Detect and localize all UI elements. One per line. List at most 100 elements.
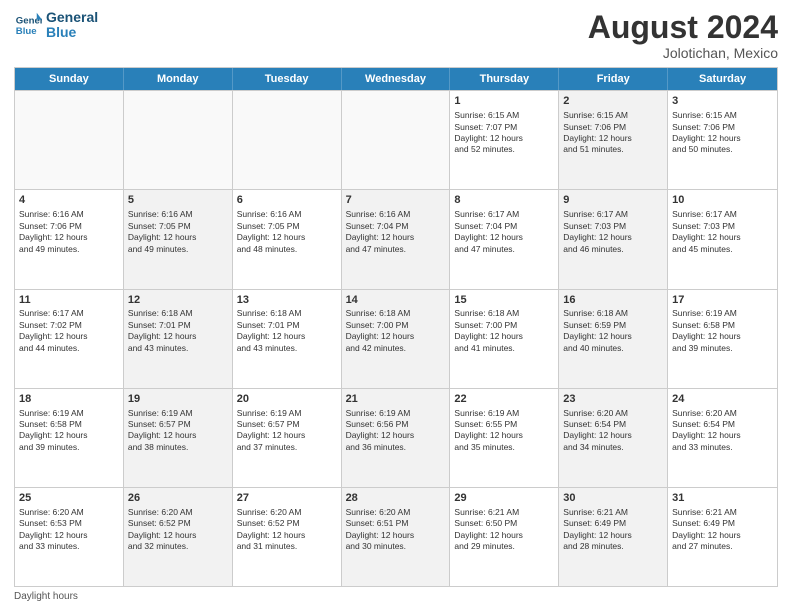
day-number: 9 — [563, 193, 663, 208]
logo-line1: General — [46, 10, 98, 25]
day-number: 3 — [672, 94, 773, 109]
calendar-cell: 8Sunrise: 6:17 AM Sunset: 7:04 PM Daylig… — [450, 190, 559, 288]
day-info: Sunrise: 6:20 AM Sunset: 6:52 PM Dayligh… — [237, 507, 337, 553]
calendar-cell: 14Sunrise: 6:18 AM Sunset: 7:00 PM Dayli… — [342, 290, 451, 388]
day-number: 10 — [672, 193, 773, 208]
day-info: Sunrise: 6:18 AM Sunset: 7:00 PM Dayligh… — [346, 308, 446, 354]
calendar-cell: 31Sunrise: 6:21 AM Sunset: 6:49 PM Dayli… — [668, 488, 777, 586]
day-number: 30 — [563, 491, 663, 506]
day-info: Sunrise: 6:21 AM Sunset: 6:49 PM Dayligh… — [672, 507, 773, 553]
day-info: Sunrise: 6:19 AM Sunset: 6:57 PM Dayligh… — [237, 408, 337, 454]
calendar-cell: 5Sunrise: 6:16 AM Sunset: 7:05 PM Daylig… — [124, 190, 233, 288]
calendar-row: 4Sunrise: 6:16 AM Sunset: 7:06 PM Daylig… — [15, 189, 777, 288]
calendar-cell: 15Sunrise: 6:18 AM Sunset: 7:00 PM Dayli… — [450, 290, 559, 388]
calendar-cell: 11Sunrise: 6:17 AM Sunset: 7:02 PM Dayli… — [15, 290, 124, 388]
calendar-cell: 30Sunrise: 6:21 AM Sunset: 6:49 PM Dayli… — [559, 488, 668, 586]
calendar-row: 11Sunrise: 6:17 AM Sunset: 7:02 PM Dayli… — [15, 289, 777, 388]
day-info: Sunrise: 6:19 AM Sunset: 6:58 PM Dayligh… — [19, 408, 119, 454]
calendar-cell: 18Sunrise: 6:19 AM Sunset: 6:58 PM Dayli… — [15, 389, 124, 487]
calendar-cell: 3Sunrise: 6:15 AM Sunset: 7:06 PM Daylig… — [668, 91, 777, 189]
calendar-header-cell: Thursday — [450, 68, 559, 90]
day-info: Sunrise: 6:18 AM Sunset: 7:01 PM Dayligh… — [237, 308, 337, 354]
day-number: 19 — [128, 392, 228, 407]
calendar-cell: 7Sunrise: 6:16 AM Sunset: 7:04 PM Daylig… — [342, 190, 451, 288]
day-info: Sunrise: 6:19 AM Sunset: 6:57 PM Dayligh… — [128, 408, 228, 454]
day-info: Sunrise: 6:15 AM Sunset: 7:06 PM Dayligh… — [672, 110, 773, 156]
day-info: Sunrise: 6:20 AM Sunset: 6:52 PM Dayligh… — [128, 507, 228, 553]
day-info: Sunrise: 6:16 AM Sunset: 7:06 PM Dayligh… — [19, 209, 119, 255]
calendar-cell: 23Sunrise: 6:20 AM Sunset: 6:54 PM Dayli… — [559, 389, 668, 487]
calendar-cell — [124, 91, 233, 189]
day-number: 2 — [563, 94, 663, 109]
calendar-cell: 17Sunrise: 6:19 AM Sunset: 6:58 PM Dayli… — [668, 290, 777, 388]
title-block: August 2024 Jolotichan, Mexico — [588, 10, 778, 61]
calendar-cell: 27Sunrise: 6:20 AM Sunset: 6:52 PM Dayli… — [233, 488, 342, 586]
day-number: 18 — [19, 392, 119, 407]
calendar-cell: 1Sunrise: 6:15 AM Sunset: 7:07 PM Daylig… — [450, 91, 559, 189]
day-number: 27 — [237, 491, 337, 506]
footer-note: Daylight hours — [14, 591, 778, 602]
calendar-cell: 16Sunrise: 6:18 AM Sunset: 6:59 PM Dayli… — [559, 290, 668, 388]
calendar-cell: 13Sunrise: 6:18 AM Sunset: 7:01 PM Dayli… — [233, 290, 342, 388]
day-info: Sunrise: 6:17 AM Sunset: 7:03 PM Dayligh… — [563, 209, 663, 255]
day-info: Sunrise: 6:18 AM Sunset: 6:59 PM Dayligh… — [563, 308, 663, 354]
calendar-body: 1Sunrise: 6:15 AM Sunset: 7:07 PM Daylig… — [15, 90, 777, 586]
calendar-header-cell: Monday — [124, 68, 233, 90]
day-number: 28 — [346, 491, 446, 506]
calendar-cell: 24Sunrise: 6:20 AM Sunset: 6:54 PM Dayli… — [668, 389, 777, 487]
calendar-cell: 29Sunrise: 6:21 AM Sunset: 6:50 PM Dayli… — [450, 488, 559, 586]
day-number: 4 — [19, 193, 119, 208]
header: General Blue General Blue August 2024 Jo… — [14, 10, 778, 61]
calendar-cell: 4Sunrise: 6:16 AM Sunset: 7:06 PM Daylig… — [15, 190, 124, 288]
calendar-header-cell: Friday — [559, 68, 668, 90]
day-info: Sunrise: 6:15 AM Sunset: 7:07 PM Dayligh… — [454, 110, 554, 156]
day-number: 16 — [563, 293, 663, 308]
calendar-cell: 22Sunrise: 6:19 AM Sunset: 6:55 PM Dayli… — [450, 389, 559, 487]
calendar-cell — [15, 91, 124, 189]
calendar-header-cell: Wednesday — [342, 68, 451, 90]
day-number: 20 — [237, 392, 337, 407]
calendar-cell: 20Sunrise: 6:19 AM Sunset: 6:57 PM Dayli… — [233, 389, 342, 487]
day-number: 24 — [672, 392, 773, 407]
day-info: Sunrise: 6:20 AM Sunset: 6:53 PM Dayligh… — [19, 507, 119, 553]
calendar-row: 25Sunrise: 6:20 AM Sunset: 6:53 PM Dayli… — [15, 487, 777, 586]
day-info: Sunrise: 6:17 AM Sunset: 7:03 PM Dayligh… — [672, 209, 773, 255]
day-info: Sunrise: 6:17 AM Sunset: 7:02 PM Dayligh… — [19, 308, 119, 354]
day-info: Sunrise: 6:19 AM Sunset: 6:55 PM Dayligh… — [454, 408, 554, 454]
day-info: Sunrise: 6:21 AM Sunset: 6:50 PM Dayligh… — [454, 507, 554, 553]
calendar-cell: 25Sunrise: 6:20 AM Sunset: 6:53 PM Dayli… — [15, 488, 124, 586]
day-number: 12 — [128, 293, 228, 308]
logo-line2: Blue — [46, 25, 98, 40]
day-info: Sunrise: 6:21 AM Sunset: 6:49 PM Dayligh… — [563, 507, 663, 553]
month-year: August 2024 — [588, 10, 778, 45]
calendar-row: 18Sunrise: 6:19 AM Sunset: 6:58 PM Dayli… — [15, 388, 777, 487]
calendar-header-cell: Tuesday — [233, 68, 342, 90]
calendar-cell — [233, 91, 342, 189]
calendar: SundayMondayTuesdayWednesdayThursdayFrid… — [14, 67, 778, 587]
calendar-cell: 21Sunrise: 6:19 AM Sunset: 6:56 PM Dayli… — [342, 389, 451, 487]
day-number: 8 — [454, 193, 554, 208]
calendar-cell: 19Sunrise: 6:19 AM Sunset: 6:57 PM Dayli… — [124, 389, 233, 487]
calendar-cell — [342, 91, 451, 189]
calendar-cell: 2Sunrise: 6:15 AM Sunset: 7:06 PM Daylig… — [559, 91, 668, 189]
day-number: 26 — [128, 491, 228, 506]
day-info: Sunrise: 6:16 AM Sunset: 7:05 PM Dayligh… — [237, 209, 337, 255]
day-number: 13 — [237, 293, 337, 308]
day-number: 11 — [19, 293, 119, 308]
location: Jolotichan, Mexico — [588, 45, 778, 61]
day-number: 29 — [454, 491, 554, 506]
day-number: 6 — [237, 193, 337, 208]
logo-icon: General Blue — [14, 11, 42, 39]
day-number: 5 — [128, 193, 228, 208]
day-number: 14 — [346, 293, 446, 308]
calendar-header-cell: Saturday — [668, 68, 777, 90]
page: General Blue General Blue August 2024 Jo… — [0, 0, 792, 612]
calendar-cell: 6Sunrise: 6:16 AM Sunset: 7:05 PM Daylig… — [233, 190, 342, 288]
day-number: 22 — [454, 392, 554, 407]
day-info: Sunrise: 6:18 AM Sunset: 7:00 PM Dayligh… — [454, 308, 554, 354]
day-info: Sunrise: 6:19 AM Sunset: 6:56 PM Dayligh… — [346, 408, 446, 454]
day-info: Sunrise: 6:16 AM Sunset: 7:05 PM Dayligh… — [128, 209, 228, 255]
svg-text:Blue: Blue — [16, 26, 37, 37]
day-info: Sunrise: 6:15 AM Sunset: 7:06 PM Dayligh… — [563, 110, 663, 156]
day-number: 23 — [563, 392, 663, 407]
